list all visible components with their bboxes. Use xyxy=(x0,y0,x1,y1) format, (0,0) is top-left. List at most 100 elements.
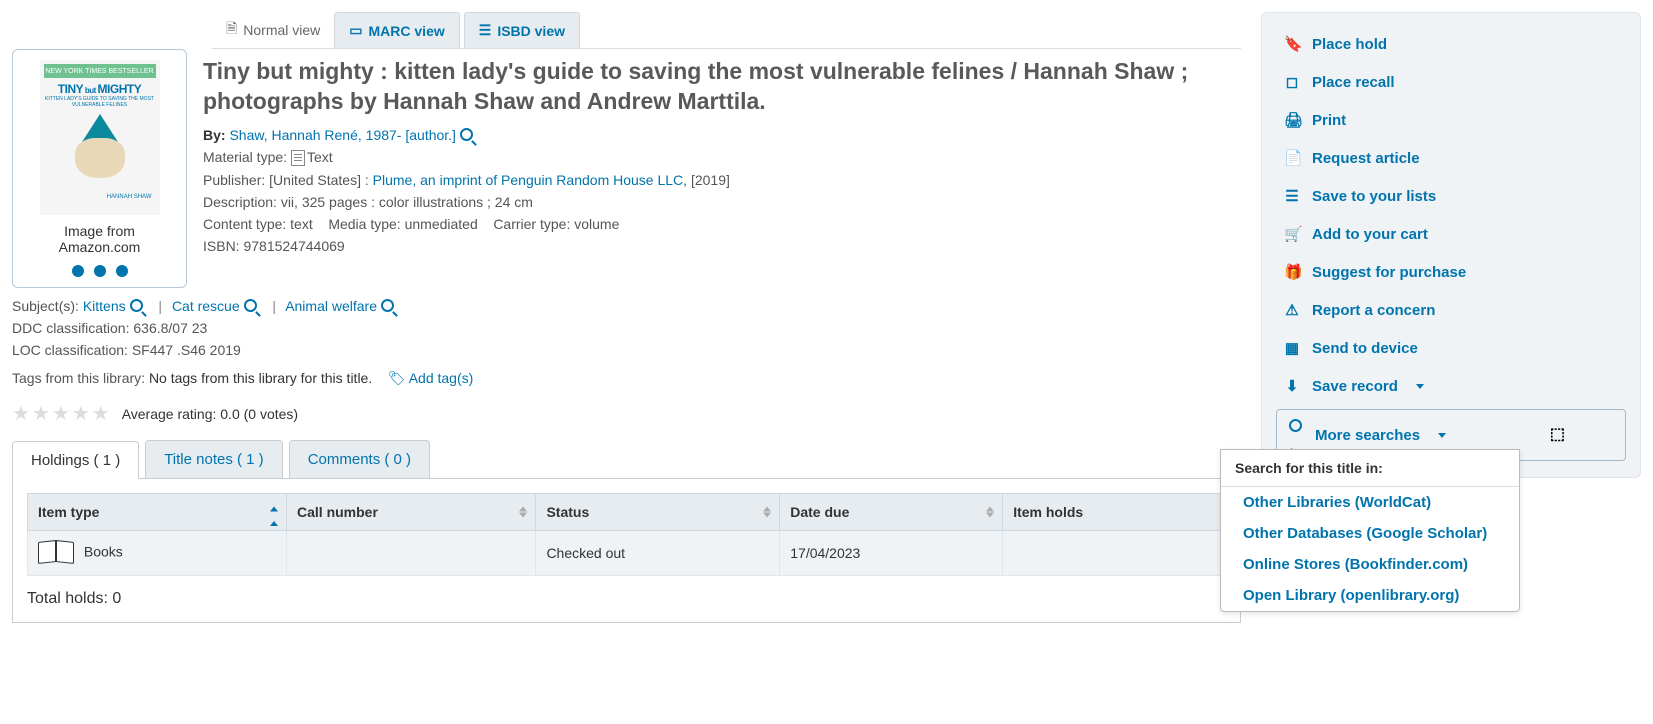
search-icon[interactable] xyxy=(130,298,149,314)
publisher-place: [United States] : xyxy=(269,172,369,188)
star-rating[interactable]: ★ ★ ★ ★ ★ xyxy=(12,401,110,426)
action-suggest[interactable]: 🎁 Suggest for purchase xyxy=(1262,253,1640,291)
col-status[interactable]: Status xyxy=(536,494,780,531)
cover-cat-illustration xyxy=(65,114,135,194)
action-label: Send to device xyxy=(1312,340,1418,357)
col-item-type[interactable]: Item type xyxy=(28,494,287,531)
action-save-record[interactable]: ⬇ Save record xyxy=(1262,367,1640,405)
view-tabs: 🗎 Normal view ▭ MARC view ☰ ISBD view xyxy=(212,12,1241,49)
cover-dot[interactable] xyxy=(116,265,128,277)
holdings-table: Item type Call number Status xyxy=(27,493,1226,576)
col-item-holds[interactable]: Item holds xyxy=(1003,494,1226,531)
material-type: Material type: Text xyxy=(203,149,1241,166)
cell-item-type: Books xyxy=(28,531,287,576)
cover-dot[interactable] xyxy=(72,265,84,277)
rating-row: ★ ★ ★ ★ ★ Average rating: 0.0 (0 votes) xyxy=(12,401,1241,426)
tab-comments[interactable]: Comments ( 0 ) xyxy=(289,440,430,478)
rating-text: Average rating: 0.0 (0 votes) xyxy=(122,406,298,422)
cell-status: Checked out xyxy=(536,531,780,576)
action-request-article[interactable]: 📄 Request article xyxy=(1262,139,1640,177)
star-icon[interactable]: ★ xyxy=(92,401,110,426)
tags: Tags from this library: No tags from thi… xyxy=(12,370,1241,387)
file-icon: 📄 xyxy=(1284,149,1300,167)
col-call-number[interactable]: Call number xyxy=(287,494,536,531)
action-send-device[interactable]: ▦ Send to device xyxy=(1262,329,1640,367)
search-icon[interactable] xyxy=(460,127,479,143)
content-type-value: text xyxy=(290,216,313,232)
action-print[interactable]: 🖨 Print xyxy=(1262,101,1640,139)
table-row: Books Checked out 17/04/2023 xyxy=(28,531,1226,576)
cover-image[interactable]: NEW YORK TIMES BESTSELLER TINY but MIGHT… xyxy=(40,60,160,215)
cover-banner: NEW YORK TIMES BESTSELLER xyxy=(44,64,156,78)
tab-title-notes[interactable]: Title notes ( 1 ) xyxy=(145,440,282,478)
action-label: Place recall xyxy=(1312,74,1395,91)
gift-icon: 🎁 xyxy=(1284,263,1300,281)
content-type-label: Content type: xyxy=(203,216,286,232)
isbn-value: 9781524744069 xyxy=(243,238,344,254)
cursor-icon: ⬚ xyxy=(1550,424,1565,444)
add-tags-link[interactable]: 🏷 Add tag(s) xyxy=(388,370,474,386)
loc-label: LOC classification: xyxy=(12,342,128,358)
cover-box: NEW YORK TIMES BESTSELLER TINY but MIGHT… xyxy=(12,49,187,288)
cell-date-due: 17/04/2023 xyxy=(780,531,1003,576)
star-icon[interactable]: ★ xyxy=(32,401,50,426)
author-link[interactable]: Shaw, Hannah René, 1987- [author.] xyxy=(229,127,456,143)
file-icon: 🗎 xyxy=(226,18,237,42)
star-icon[interactable]: ★ xyxy=(72,401,90,426)
dropdown-item-scholar[interactable]: Other Databases (Google Scholar) xyxy=(1221,518,1519,549)
col-label: Status xyxy=(546,504,589,520)
cell-call-number xyxy=(287,531,536,576)
ddc-value: 636.8/07 23 xyxy=(133,320,207,336)
action-place-hold[interactable]: 🔖 Place hold xyxy=(1262,25,1640,63)
holdings-panel: Item type Call number Status xyxy=(12,478,1241,623)
action-label: Add to your cart xyxy=(1312,226,1428,243)
star-icon[interactable]: ★ xyxy=(12,401,30,426)
star-icon[interactable]: ★ xyxy=(52,401,70,426)
action-save-lists[interactable]: ☰ Save to your lists xyxy=(1262,177,1640,215)
description: Description: vii, 325 pages : color illu… xyxy=(203,194,1241,210)
col-label: Item holds xyxy=(1013,504,1083,520)
action-label: More searches xyxy=(1315,427,1420,444)
dropdown-item-openlibrary[interactable]: Open Library (openlibrary.org) xyxy=(1221,580,1519,611)
by-line: By: Shaw, Hannah René, 1987- [author.] xyxy=(203,127,1241,143)
material-type-label: Material type: xyxy=(203,149,287,165)
tab-marc-label: MARC view xyxy=(369,23,445,39)
subject-link[interactable]: Cat rescue xyxy=(172,298,240,314)
bookmark-outline-icon: ◻ xyxy=(1284,73,1300,91)
tab-isbd-label: ISBD view xyxy=(497,23,565,39)
action-place-recall[interactable]: ◻ Place recall xyxy=(1262,63,1640,101)
subject-link[interactable]: Animal welfare xyxy=(285,298,377,314)
action-report[interactable]: ⚠ Report a concern xyxy=(1262,291,1640,329)
chevron-down-icon xyxy=(1416,384,1424,389)
action-add-cart[interactable]: 🛒 Add to your cart xyxy=(1262,215,1640,253)
subjects-label: Subject(s): xyxy=(12,298,79,314)
tab-normal-view[interactable]: 🗎 Normal view xyxy=(212,12,334,48)
list-icon: ☰ xyxy=(479,22,492,39)
col-label: Item type xyxy=(38,504,99,520)
loc-value: SF447 .S46 2019 xyxy=(132,342,241,358)
by-label: By: xyxy=(203,127,226,143)
detail-tabs: Holdings ( 1 ) Title notes ( 1 ) Comment… xyxy=(12,440,1241,478)
col-label: Date due xyxy=(790,504,849,520)
print-icon: 🖨 xyxy=(1284,111,1300,129)
search-icon[interactable] xyxy=(244,298,263,314)
tab-isbd-view[interactable]: ☰ ISBD view xyxy=(464,12,580,48)
bookmark-icon: 🔖 xyxy=(1284,35,1300,53)
dropdown-item-worldcat[interactable]: Other Libraries (WorldCat) xyxy=(1221,487,1519,518)
media-type-value: unmediated xyxy=(405,216,478,232)
chevron-down-icon xyxy=(1438,433,1446,438)
cover-dot[interactable] xyxy=(94,265,106,277)
tab-holdings[interactable]: Holdings ( 1 ) xyxy=(12,441,139,479)
subject-link[interactable]: Kittens xyxy=(83,298,126,314)
media-type-label: Media type: xyxy=(328,216,400,232)
dropdown-item-bookfinder[interactable]: Online Stores (Bookfinder.com) xyxy=(1221,549,1519,580)
publisher-link[interactable]: Plume, an imprint of Penguin Random Hous… xyxy=(373,172,687,188)
loc: LOC classification: SF447 .S46 2019 xyxy=(12,342,1241,358)
total-holds: Total holds: 0 xyxy=(27,590,1226,608)
cart-icon: 🛒 xyxy=(1284,225,1300,243)
more-searches-dropdown: Search for this title in: Other Librarie… xyxy=(1220,449,1520,612)
tab-marc-view[interactable]: ▭ MARC view xyxy=(334,12,459,48)
cover-pagination xyxy=(23,265,176,277)
col-date-due[interactable]: Date due xyxy=(780,494,1003,531)
search-icon[interactable] xyxy=(381,298,400,314)
